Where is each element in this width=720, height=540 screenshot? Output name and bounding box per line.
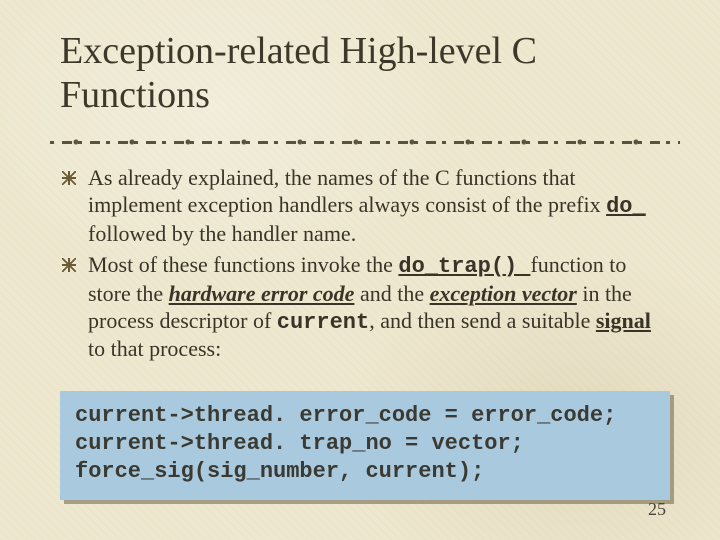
slide-title: Exception-related High-level C Functions (60, 30, 670, 117)
text: , and then send a suitable (369, 308, 596, 333)
bullet-item-1: As already explained, the names of the C… (88, 165, 670, 247)
bullet-item-2: Most of these functions invoke the do_tr… (88, 252, 670, 363)
inline-code-do: do_ (606, 194, 646, 219)
inline-code-current: current (277, 310, 369, 335)
code-block: current->thread. error_code = error_code… (60, 391, 670, 499)
divider-decoration (50, 135, 680, 149)
em-hardware-error-code: hardware error code (169, 281, 355, 306)
text: to that process: (88, 336, 221, 361)
page-number: 25 (648, 499, 666, 520)
code-line-1: current->thread. error_code = error_code… (75, 403, 616, 428)
inline-code-dotrap: do_trap() (398, 254, 530, 279)
slide: Exception-related High-level C Functions… (0, 0, 720, 540)
text: As already explained, the names of the C… (88, 165, 606, 217)
text: followed by the handler name. (88, 221, 356, 246)
text: Most of these functions invoke the (88, 252, 398, 277)
bullet-list: As already explained, the names of the C… (60, 165, 670, 363)
text: and the (354, 281, 429, 306)
code-line-3: force_sig(sig_number, current); (75, 459, 484, 484)
em-signal: signal (596, 308, 651, 333)
code-line-2: current->thread. trap_no = vector; (75, 431, 524, 456)
em-exception-vector: exception vector (430, 281, 577, 306)
